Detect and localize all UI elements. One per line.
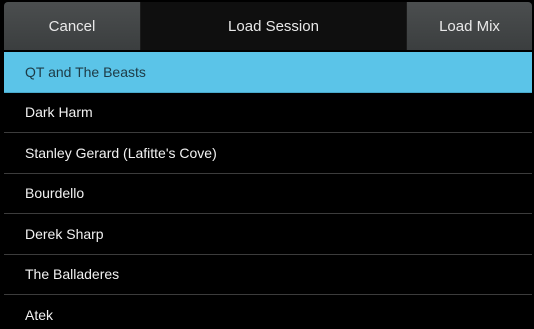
session-item-qt-and-the-beasts[interactable]: QT and The Beasts — [4, 52, 532, 93]
session-item-label: QT and The Beasts — [25, 63, 146, 80]
session-item-label: Derek Sharp — [25, 225, 104, 242]
session-item-label: Stanley Gerard (Lafitte's Cove) — [25, 144, 217, 161]
session-item-label: Atek — [25, 306, 54, 323]
session-item-label: The Balladeres — [25, 266, 120, 283]
session-item-dark-harm[interactable]: Dark Harm — [4, 92, 532, 133]
session-item-atek[interactable]: Atek — [4, 295, 532, 327]
session-item-the-balladeres[interactable]: The Balladeres — [4, 254, 532, 295]
session-item-label: Dark Harm — [25, 104, 93, 121]
load-session-dialog: Cancel Load Session Load Mix QT and The … — [4, 2, 532, 327]
session-list: QT and The Beasts Dark Harm Stanley Gera… — [4, 52, 532, 327]
session-item-label: Bourdello — [25, 185, 85, 202]
load-mix-button[interactable]: Load Mix — [406, 2, 532, 50]
dialog-title: Load Session — [141, 2, 406, 50]
cancel-button[interactable]: Cancel — [4, 2, 141, 50]
dialog-header: Cancel Load Session Load Mix — [4, 2, 532, 50]
session-item-stanley-gerard[interactable]: Stanley Gerard (Lafitte's Cove) — [4, 133, 532, 174]
session-item-derek-sharp[interactable]: Derek Sharp — [4, 214, 532, 255]
session-item-bourdello[interactable]: Bourdello — [4, 173, 532, 214]
